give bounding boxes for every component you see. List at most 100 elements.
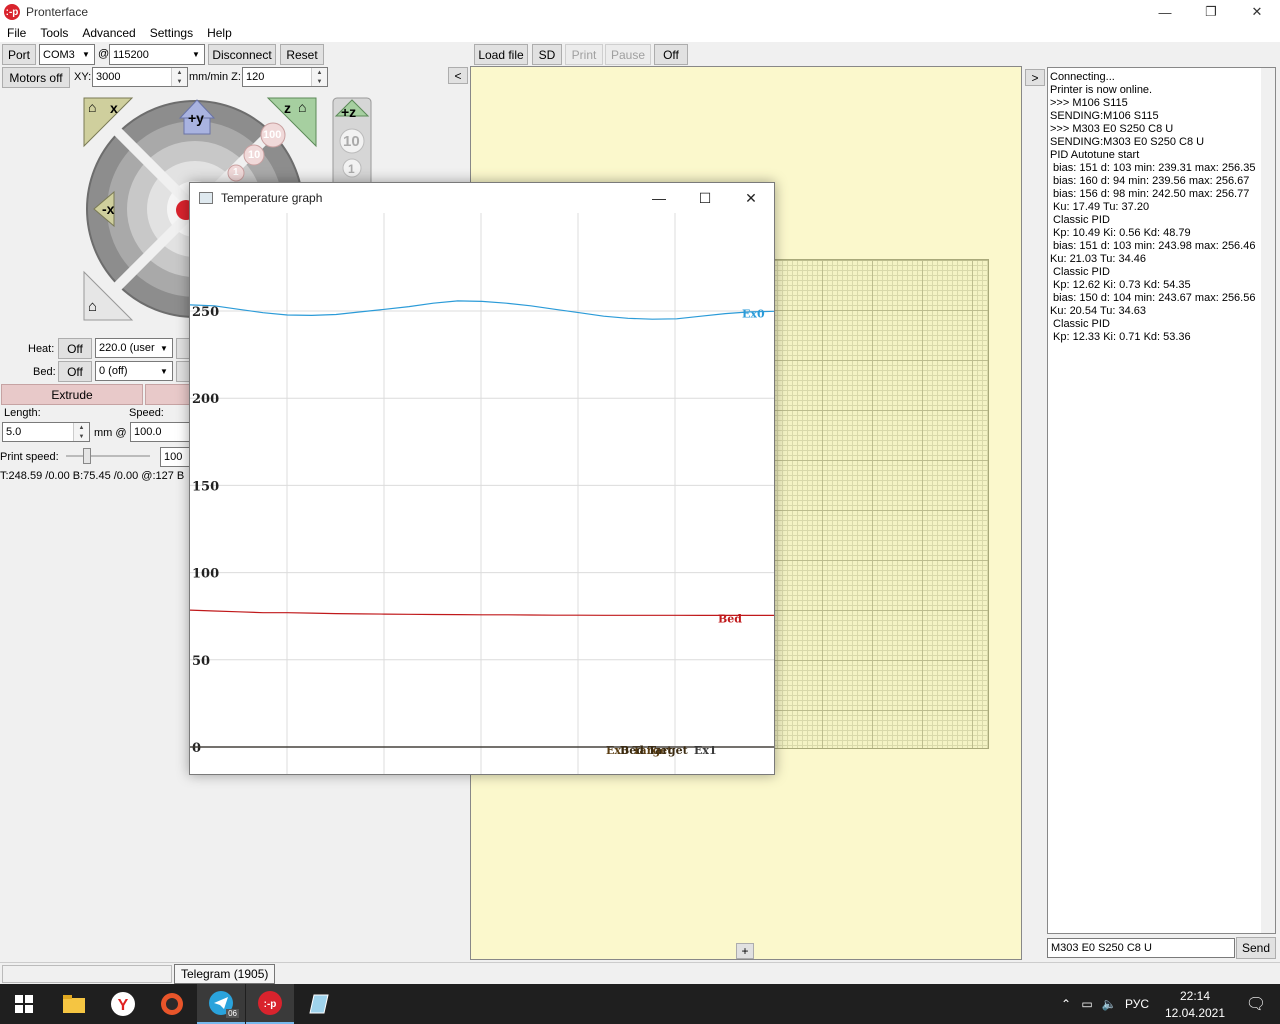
send-button[interactable]: Send: [1236, 937, 1276, 959]
series-line-ex0: [190, 300, 774, 320]
off-button[interactable]: Off: [654, 44, 688, 65]
y-tick-label: 50: [192, 654, 210, 669]
pause-button[interactable]: Pause: [605, 44, 651, 65]
chevron-down-icon[interactable]: ▼: [156, 362, 172, 380]
menu-advanced[interactable]: Advanced: [75, 26, 142, 40]
chevron-up-icon[interactable]: ⌃: [1056, 997, 1076, 1011]
bed-off-button[interactable]: Off: [58, 361, 92, 382]
window-title: Pronterface: [26, 5, 89, 19]
z-spin-buttons[interactable]: ▲ ▼: [311, 68, 327, 86]
reset-button[interactable]: Reset: [280, 44, 324, 65]
minimize-button[interactable]: —: [1142, 0, 1188, 24]
menu-settings[interactable]: Settings: [143, 26, 200, 40]
jog-step-1[interactable]: 1: [233, 167, 239, 178]
home-all-button[interactable]: ⌂: [88, 298, 97, 315]
console-log[interactable]: Connecting... Printer is now online. >>> M…: [1047, 67, 1276, 934]
jog-minus-x-button[interactable]: -x: [102, 201, 114, 217]
bed-set-button[interactable]: [176, 361, 190, 382]
close-button[interactable]: ✕: [1234, 0, 1280, 24]
jog-z-step-1[interactable]: 1: [348, 162, 355, 176]
collapse-left-button[interactable]: <: [448, 67, 468, 84]
minimize-button[interactable]: —: [636, 183, 682, 213]
file-explorer-icon[interactable]: [50, 984, 98, 1024]
port-button[interactable]: Port: [2, 44, 36, 65]
chevron-down-icon[interactable]: ▼: [78, 45, 94, 64]
language-indicator[interactable]: РУС: [1120, 997, 1154, 1011]
notepad-icon[interactable]: [295, 984, 343, 1024]
home-x-button[interactable]: x: [110, 100, 118, 116]
menu-help[interactable]: Help: [200, 26, 239, 40]
pronterface-logo-icon: :-p: [4, 4, 20, 20]
heat-set-button[interactable]: [176, 338, 190, 359]
menu-file[interactable]: File: [0, 26, 33, 40]
jog-plus-z-button[interactable]: +z: [341, 104, 356, 120]
chevron-down-icon[interactable]: ▼: [156, 339, 172, 357]
home-z-button[interactable]: z: [284, 100, 291, 116]
y-tick-label: 200: [192, 392, 219, 407]
at-label: @: [98, 48, 110, 60]
print-speed-slider-thumb[interactable]: [83, 448, 91, 464]
windows-start-icon[interactable]: [0, 984, 48, 1024]
command-input[interactable]: M303 E0 S250 C8 U: [1047, 938, 1235, 958]
telegram-badge: 06: [226, 1009, 239, 1018]
extrude-button[interactable]: Extrude: [1, 384, 143, 405]
length-value: 5.0: [6, 426, 22, 438]
jog-step-10[interactable]: 10: [248, 149, 260, 161]
pronterface-taskbar-icon[interactable]: :-p: [246, 984, 294, 1024]
baud-select[interactable]: 115200 ▼: [109, 44, 205, 65]
status-field: [2, 965, 172, 983]
clock[interactable]: 22:14 12.04.2021: [1160, 986, 1230, 1022]
baud-value: 115200: [113, 48, 149, 61]
console-line: Classic PID: [1050, 266, 1110, 278]
motors-off-button[interactable]: Motors off: [2, 67, 70, 88]
load-file-button[interactable]: Load file: [474, 44, 528, 65]
print-speed-slider[interactable]: [66, 448, 150, 464]
network-icon[interactable]: ▭: [1076, 997, 1098, 1011]
telegram-icon[interactable]: 06: [197, 984, 245, 1024]
app-icon[interactable]: [148, 984, 196, 1024]
close-button[interactable]: ✕: [728, 183, 774, 213]
maximize-button[interactable]: ❐: [1188, 0, 1234, 24]
console-line: bias: 151 d: 103 min: 243.98 max: 256.46: [1050, 240, 1256, 252]
disconnect-button[interactable]: Disconnect: [208, 44, 276, 65]
xy-feedrate-input[interactable]: 3000 ▲ ▼: [92, 67, 188, 87]
jog-plus-y-button[interactable]: +y: [188, 110, 204, 126]
heat-target-select[interactable]: 220.0 (user ▼: [95, 338, 173, 358]
system-tray: ⌃ ▭ 🔈 РУС: [1056, 984, 1154, 1024]
console-scrollbar[interactable]: [1261, 68, 1275, 933]
print-speed-input[interactable]: 100: [160, 447, 190, 467]
command-input-value: M303 E0 S250 C8 U: [1051, 942, 1152, 954]
xy-feedrate-value: 3000: [96, 71, 121, 83]
chevron-down-icon[interactable]: ▼: [188, 45, 204, 64]
notifications-icon[interactable]: 🗨: [1232, 984, 1280, 1024]
console-line: >>> M303 E0 S250 C8 U: [1050, 123, 1174, 135]
volume-icon[interactable]: 🔈: [1098, 997, 1120, 1011]
reverse-button[interactable]: [145, 384, 190, 405]
menu-tools[interactable]: Tools: [33, 26, 75, 40]
jog-step-100[interactable]: 100: [263, 129, 281, 141]
print-button[interactable]: Print: [565, 44, 603, 65]
maximize-button[interactable]: ☐: [682, 183, 728, 213]
speed-input[interactable]: 100.0: [130, 422, 190, 442]
xy-spin-buttons[interactable]: ▲ ▼: [171, 68, 187, 86]
temperature-graph-window[interactable]: Temperature graph — ☐ ✕ 0 50 100 150 200 250 E…: [189, 182, 775, 775]
z-feedrate-input[interactable]: 120 ▲ ▼: [242, 67, 328, 87]
port-select[interactable]: COM3 ▼: [39, 44, 95, 65]
length-spin-buttons[interactable]: ▲ ▼: [73, 423, 89, 441]
xy-label: XY:: [74, 71, 92, 83]
bed-target-select[interactable]: 0 (off) ▼: [95, 361, 173, 381]
mmmin-z-label: mm/min Z:: [189, 71, 241, 83]
taskbar-tooltip: Telegram (1905): [174, 964, 276, 984]
console-lines: Connecting... Printer is now online. >>> M…: [1050, 71, 1273, 344]
length-input[interactable]: 5.0 ▲ ▼: [2, 422, 90, 442]
zoom-plus-button[interactable]: +: [736, 943, 754, 959]
y-tick-label: 150: [192, 479, 219, 494]
jog-z-step-10[interactable]: 10: [343, 133, 360, 150]
sd-button[interactable]: SD: [532, 44, 562, 65]
yandex-browser-icon[interactable]: Y: [99, 984, 147, 1024]
heat-off-button[interactable]: Off: [58, 338, 92, 359]
temperature-graph-titlebar[interactable]: Temperature graph — ☐ ✕: [190, 183, 774, 213]
speed-label: Speed:: [129, 407, 164, 419]
collapse-right-button[interactable]: >: [1025, 69, 1045, 86]
heat-label: Heat:: [28, 343, 55, 355]
